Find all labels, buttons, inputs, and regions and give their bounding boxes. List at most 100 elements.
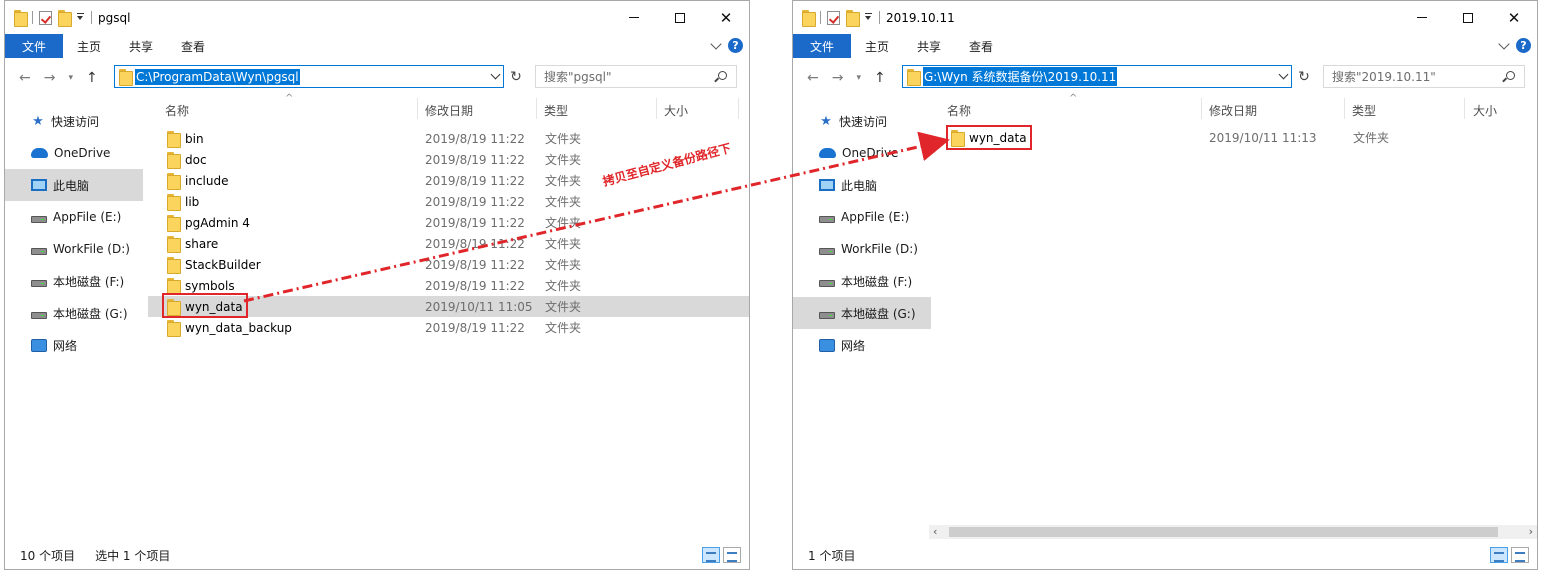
horizontal-scrollbar[interactable]: ‹ › [929, 525, 1537, 539]
new-folder-icon[interactable] [846, 10, 860, 27]
maximize-button[interactable] [1445, 1, 1491, 34]
tab-file[interactable]: 文件 [5, 34, 64, 58]
file-name[interactable]: doc [167, 152, 207, 169]
table-row[interactable]: bin 2019/8/19 11:22 文件夹 [148, 128, 749, 149]
column-type[interactable]: 类型 [1352, 102, 1376, 119]
expand-ribbon-icon[interactable] [710, 37, 722, 50]
file-name[interactable]: include [167, 173, 228, 190]
nav-item-this-pc[interactable]: 此电脑 [793, 169, 931, 201]
close-button[interactable]: ✕ [1491, 1, 1537, 34]
nav-item-onedrive[interactable]: OneDrive [793, 137, 931, 169]
address-bar[interactable]: C:\ProgramData\Wyn\pgsql [114, 65, 504, 88]
minimize-button[interactable] [1399, 1, 1445, 34]
help-icon[interactable]: ? [1516, 38, 1531, 53]
address-dropdown-icon[interactable] [1278, 69, 1289, 80]
nav-item-quick-access[interactable]: ★ 快速访问 [5, 105, 143, 137]
recent-locations-icon[interactable]: ▾ [68, 73, 73, 83]
refresh-icon[interactable]: ↻ [1294, 67, 1314, 87]
column-name[interactable]: 名称 [947, 102, 971, 119]
table-row[interactable]: pgAdmin 4 2019/8/19 11:22 文件夹 [148, 212, 749, 233]
large-icons-view-button[interactable] [1511, 547, 1529, 563]
scroll-right-icon[interactable]: › [1529, 525, 1533, 538]
help-icon[interactable]: ? [728, 38, 743, 53]
minimize-button[interactable] [611, 1, 657, 34]
nav-item-drive-f[interactable]: 本地磁盘 (F:) [793, 265, 931, 297]
expand-ribbon-icon[interactable] [1498, 37, 1510, 50]
customize-toolbar-icon[interactable] [76, 13, 85, 22]
file-name[interactable]: StackBuilder [167, 257, 261, 274]
nav-item-drive-g[interactable]: 本地磁盘 (G:) [5, 297, 143, 329]
file-type: 文件夹 [545, 195, 582, 209]
search-input[interactable]: 搜索"2019.10.11" [1323, 65, 1525, 88]
nav-item-this-pc[interactable]: 此电脑 [5, 169, 143, 201]
new-folder-icon[interactable] [58, 10, 72, 27]
column-date[interactable]: 修改日期 [425, 102, 473, 119]
address-row: ← → ▾ ↑ C:\ProgramData\Wyn\pgsql ↻ 搜索"pg… [5, 58, 749, 96]
nav-item-network[interactable]: 网络 [793, 329, 931, 361]
tab-home[interactable]: 主页 [851, 34, 903, 58]
column-date[interactable]: 修改日期 [1209, 102, 1257, 119]
nav-item-drive-f[interactable]: 本地磁盘 (F:) [5, 265, 143, 297]
column-type[interactable]: 类型 [544, 102, 568, 119]
tab-view[interactable]: 查看 [955, 34, 1007, 58]
folder-icon [802, 10, 816, 27]
nav-item-drive-e[interactable]: AppFile (E:) [793, 201, 931, 233]
table-row[interactable]: wyn_data_backup 2019/8/19 11:22 文件夹 [148, 317, 749, 338]
back-arrow-icon[interactable]: ← [807, 70, 819, 86]
table-row[interactable]: lib 2019/8/19 11:22 文件夹 [148, 191, 749, 212]
file-type: 文件夹 [545, 132, 582, 146]
scroll-left-icon[interactable]: ‹ [933, 525, 937, 538]
column-size[interactable]: 大小 [664, 102, 688, 119]
file-name[interactable]: bin [167, 131, 204, 148]
nav-item-drive-g[interactable]: 本地磁盘 (G:) [793, 297, 931, 329]
drive-icon [819, 279, 835, 287]
details-view-button[interactable] [1490, 547, 1508, 563]
tab-share[interactable]: 共享 [903, 34, 955, 58]
close-button[interactable]: ✕ [703, 1, 749, 34]
address-dropdown-icon[interactable] [490, 69, 501, 80]
address-path[interactable]: C:\ProgramData\Wyn\pgsql [135, 68, 300, 85]
tab-file[interactable]: 文件 [793, 34, 852, 58]
column-name[interactable]: 名称 [165, 102, 189, 119]
nav-item-drive-d[interactable]: WorkFile (D:) [793, 233, 931, 265]
tab-view[interactable]: 查看 [167, 34, 219, 58]
recent-locations-icon[interactable]: ▾ [856, 73, 861, 83]
large-icons-view-button[interactable] [723, 547, 741, 563]
tab-home[interactable]: 主页 [63, 34, 115, 58]
maximize-button[interactable] [657, 1, 703, 34]
folder-icon [167, 194, 181, 211]
file-name[interactable]: symbols [167, 278, 235, 295]
column-size[interactable]: 大小 [1473, 102, 1497, 119]
file-date: 2019/8/19 11:22 [425, 152, 525, 167]
item-count: 1 个项目 [808, 548, 856, 563]
table-row[interactable]: StackBuilder 2019/8/19 11:22 文件夹 [148, 254, 749, 275]
file-name[interactable]: share [167, 236, 218, 253]
back-arrow-icon[interactable]: ← [19, 70, 31, 86]
search-input[interactable]: 搜索"pgsql" [535, 65, 737, 88]
nav-item-network[interactable]: 网络 [5, 329, 143, 361]
search-icon[interactable] [1506, 71, 1515, 80]
details-view-button[interactable] [702, 547, 720, 563]
properties-icon[interactable] [827, 10, 840, 25]
forward-arrow-icon[interactable]: → [832, 70, 844, 86]
nav-item-onedrive[interactable]: OneDrive [5, 137, 143, 169]
search-icon[interactable] [718, 71, 727, 80]
properties-icon[interactable] [39, 10, 52, 25]
file-name[interactable]: pgAdmin 4 [167, 215, 250, 232]
scroll-thumb[interactable] [949, 527, 1498, 537]
tab-share[interactable]: 共享 [115, 34, 167, 58]
nav-item-drive-d[interactable]: WorkFile (D:) [5, 233, 143, 265]
nav-item-drive-e[interactable]: AppFile (E:) [5, 201, 143, 233]
file-date: 2019/8/19 11:22 [425, 173, 525, 188]
address-path[interactable]: G:\Wyn 系统数据备份\2019.10.11 [923, 67, 1118, 86]
up-arrow-icon[interactable]: ↑ [874, 70, 886, 86]
file-name[interactable]: wyn_data_backup [167, 320, 292, 337]
nav-item-quick-access[interactable]: ★ 快速访问 [793, 105, 931, 137]
customize-toolbar-icon[interactable] [864, 13, 873, 22]
refresh-icon[interactable]: ↻ [506, 67, 526, 87]
table-row[interactable]: share 2019/8/19 11:22 文件夹 [148, 233, 749, 254]
up-arrow-icon[interactable]: ↑ [86, 70, 98, 86]
file-name[interactable]: lib [167, 194, 199, 211]
address-bar[interactable]: G:\Wyn 系统数据备份\2019.10.11 [902, 65, 1292, 88]
forward-arrow-icon[interactable]: → [44, 70, 56, 86]
